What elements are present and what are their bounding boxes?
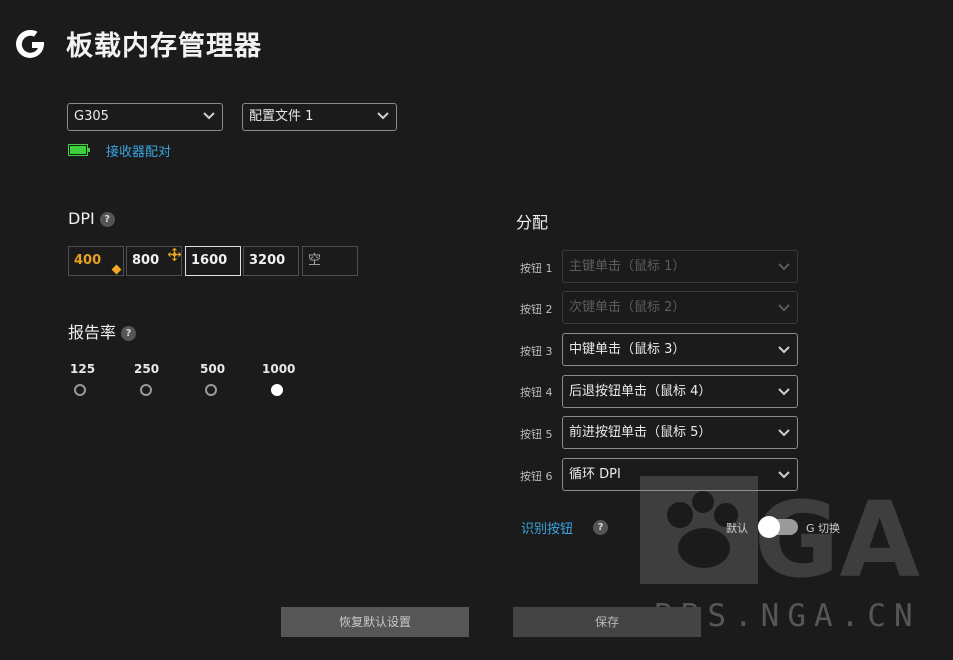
dpi-section-title: DPI? [68, 209, 115, 228]
button-1-assignment-value: 主键单击（鼠标 1） [569, 259, 686, 274]
default-dpi-marker-icon [111, 264, 122, 275]
dpi-level-5-value: 空 [308, 253, 322, 268]
profile-select[interactable]: 配置文件 1 [242, 103, 397, 131]
page-title: 板载内存管理器 [66, 31, 262, 62]
rate-option-label: 125 [70, 362, 96, 376]
identify-buttons-link[interactable]: 识别按钮 [521, 518, 573, 537]
button-6-label: 按钮 6 [520, 470, 553, 483]
rate-option-label: 1000 [262, 362, 296, 376]
rate-option-250-radio[interactable] [140, 384, 152, 396]
report-rate-title: 报告率 [68, 323, 117, 342]
button-5-assignment-value: 前进按钮单击（鼠标 5） [569, 425, 712, 440]
button-1-assignment-select: 主键单击（鼠标 1） [562, 250, 798, 283]
button-3-label: 按钮 3 [520, 345, 553, 358]
logitech-g-logo-icon [16, 29, 44, 58]
device-select-value: G305 [74, 109, 109, 124]
chevron-down-icon [377, 112, 389, 120]
rate-option-label: 500 [200, 362, 226, 376]
report-rate-section-title: 报告率? [68, 319, 137, 343]
button-1-label: 按钮 1 [520, 262, 553, 275]
dpi-title: DPI [68, 209, 95, 228]
button-4-assignment-select[interactable]: 后退按钮单击（鼠标 4） [562, 375, 798, 408]
dpi-level-4[interactable]: 3200 [243, 246, 299, 276]
device-select[interactable]: G305 [67, 103, 223, 131]
chevron-down-icon [778, 388, 790, 396]
rate-option-label: 250 [134, 362, 160, 376]
toggle-default-label: 默认 [726, 522, 748, 535]
toggle-knob [758, 516, 780, 538]
dpi-level-3[interactable]: 1600 [185, 246, 241, 276]
rate-option-1000-radio[interactable] [271, 384, 283, 396]
g-shift-toggle[interactable] [758, 516, 798, 538]
receiver-pair-link[interactable]: 接收器配对 [106, 141, 171, 160]
dpi-level-2-value: 800 [132, 253, 160, 268]
battery-icon [68, 144, 90, 156]
button-6-assignment-value: 循环 DPI [569, 467, 621, 482]
button-2-label: 按钮 2 [520, 303, 553, 316]
button-3-assignment-select[interactable]: 中键单击（鼠标 3） [562, 333, 798, 366]
chevron-down-icon [778, 263, 790, 271]
dpi-shift-move-icon [168, 248, 181, 261]
save-button[interactable]: 保存 [513, 607, 701, 637]
button-2-assignment-select: 次键单击（鼠标 2） [562, 291, 798, 324]
dpi-help-icon[interactable]: ? [99, 212, 115, 227]
button-2-assignment-value: 次键单击（鼠标 2） [569, 300, 686, 315]
profile-select-value: 配置文件 1 [249, 109, 314, 124]
report-rate-help-icon[interactable]: ? [121, 326, 137, 341]
dpi-level-1[interactable]: 400 [68, 246, 124, 276]
dpi-level-5[interactable]: 空 [302, 246, 358, 276]
toggle-g-shift-label: G 切换 [806, 522, 841, 535]
dpi-level-4-value: 3200 [249, 253, 286, 268]
restore-defaults-button[interactable]: 恢复默认设置 [281, 607, 469, 637]
button-5-label: 按钮 5 [520, 428, 553, 441]
chevron-down-icon [778, 346, 790, 354]
button-5-assignment-select[interactable]: 前进按钮单击（鼠标 5） [562, 416, 798, 449]
rate-option-500-radio[interactable] [205, 384, 217, 396]
assignment-title: 分配 [516, 213, 549, 232]
identify-help-icon[interactable]: ? [593, 520, 608, 535]
dpi-level-1-value: 400 [74, 253, 102, 268]
chevron-down-icon [778, 304, 790, 312]
button-3-assignment-value: 中键单击（鼠标 3） [569, 342, 686, 357]
chevron-down-icon [203, 112, 215, 120]
button-4-assignment-value: 后退按钮单击（鼠标 4） [569, 384, 712, 399]
dpi-level-3-value: 1600 [191, 253, 228, 268]
rate-option-125-radio[interactable] [74, 384, 86, 396]
chevron-down-icon [778, 429, 790, 437]
button-4-label: 按钮 4 [520, 386, 553, 399]
